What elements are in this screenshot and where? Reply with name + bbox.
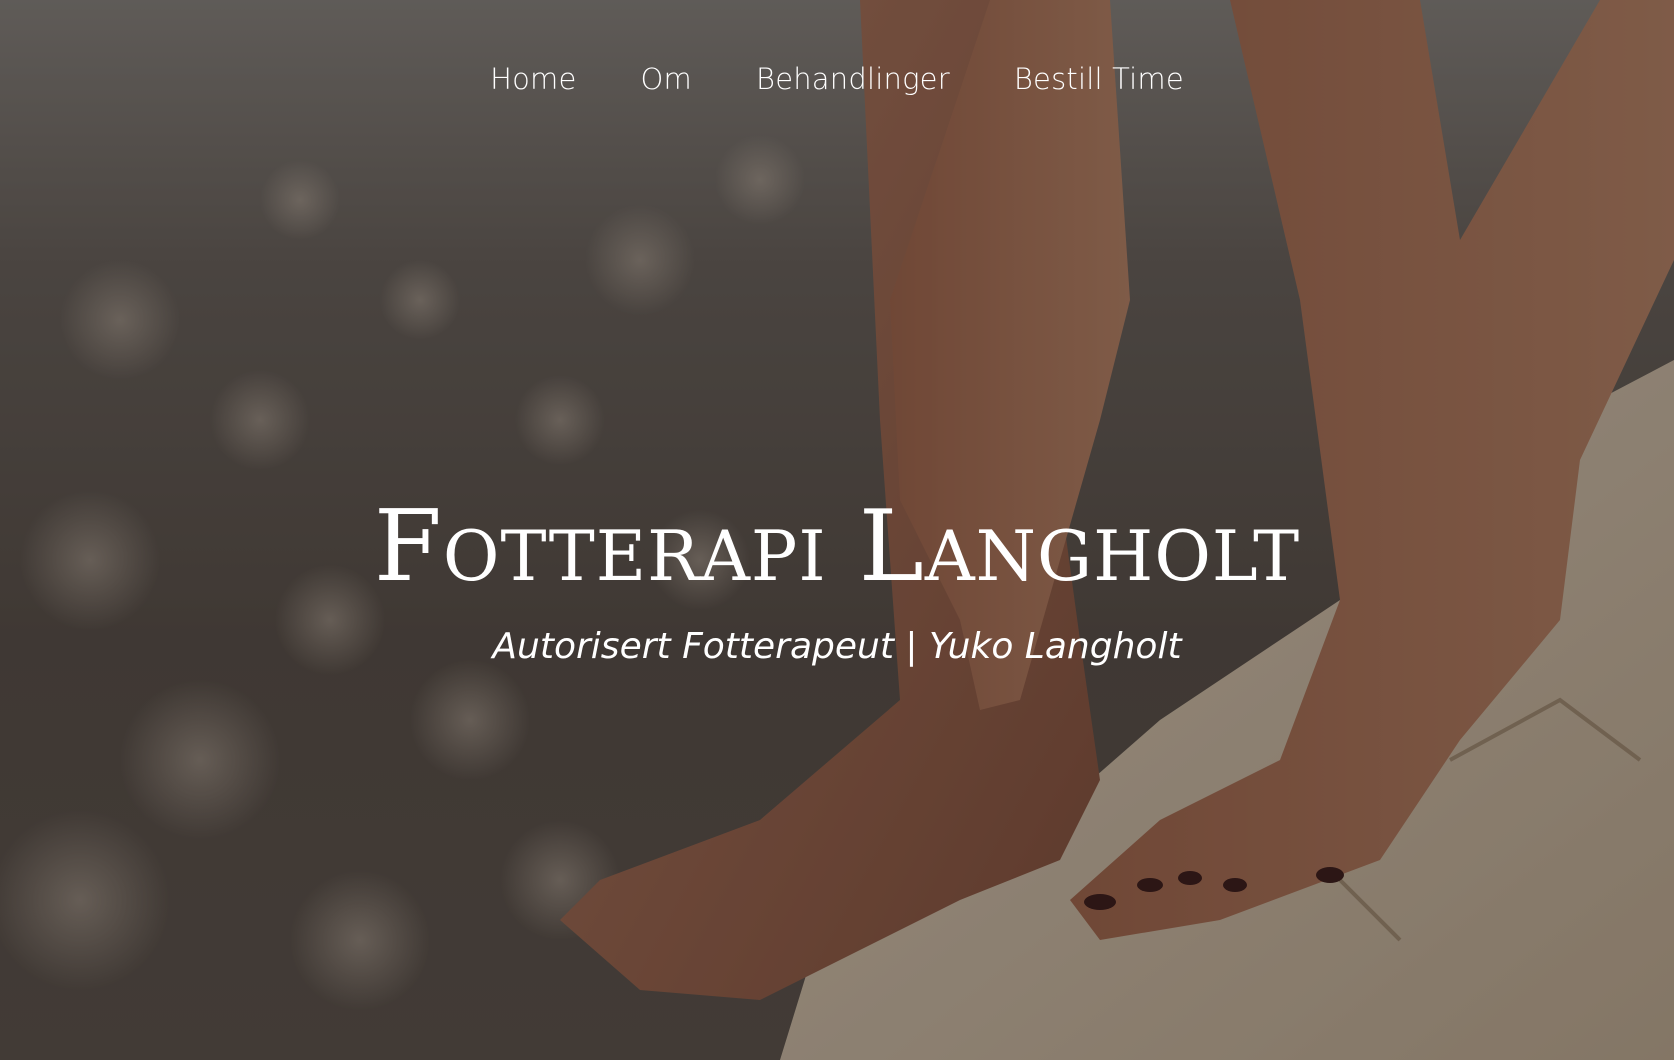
nav-link-behandlinger[interactable]: Behandlinger <box>756 62 950 96</box>
nav-link-om[interactable]: Om <box>641 62 692 96</box>
nav-link-bestill-time[interactable]: Bestill Time <box>1014 62 1184 96</box>
hero-subtitle: Autorisert Fotterapeut | Yuko Langholt <box>492 626 1182 667</box>
main-navigation: Home Om Behandlinger Bestill Time <box>0 62 1674 96</box>
hero-title: Fotterapi Langholt <box>373 490 1301 604</box>
nav-link-home[interactable]: Home <box>490 62 576 96</box>
